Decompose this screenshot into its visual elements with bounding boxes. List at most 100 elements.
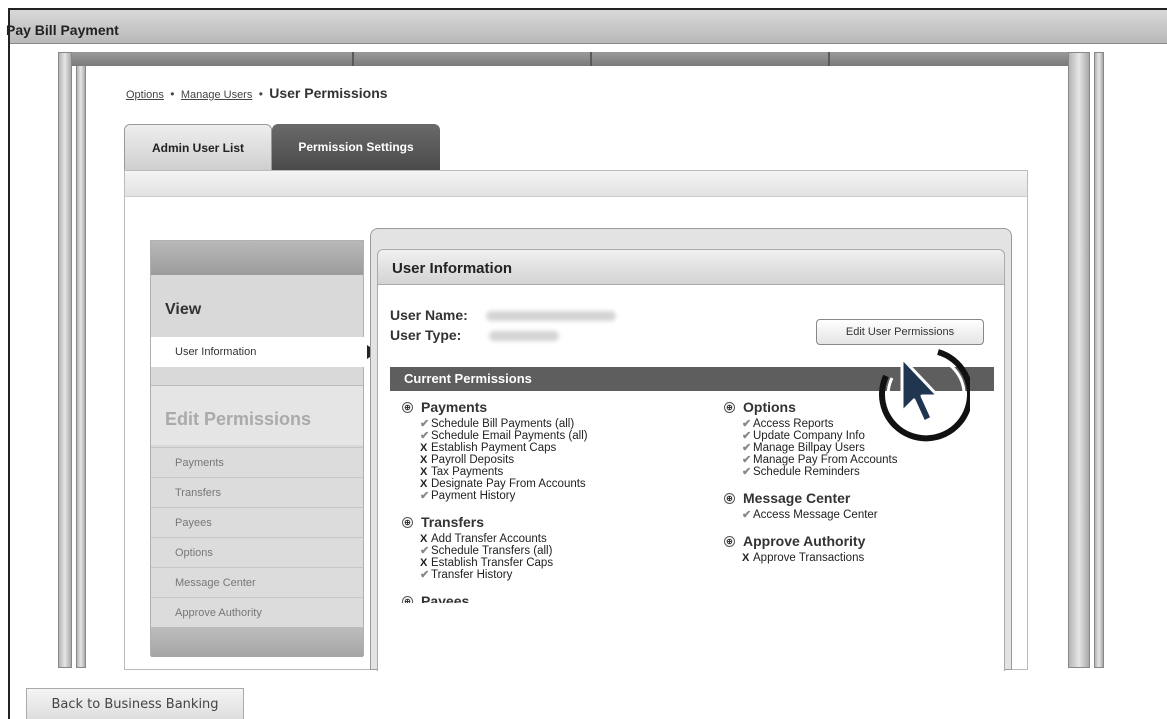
permission-item: ✔ Schedule Bill Payments (all) bbox=[402, 418, 702, 430]
content-strip bbox=[125, 171, 1027, 197]
frame-rail bbox=[1094, 52, 1104, 668]
breadcrumb-current: User Permissions bbox=[269, 85, 388, 101]
breadcrumb-separator: • bbox=[170, 87, 175, 101]
permission-label: Update Company Info bbox=[753, 430, 865, 442]
check-icon: ✔ bbox=[742, 466, 752, 478]
frame-rail bbox=[1068, 52, 1090, 668]
expand-circle-icon[interactable]: ⊕ bbox=[402, 595, 413, 603]
x-icon: X bbox=[420, 454, 428, 466]
sidebar-item-user-information[interactable]: User Information bbox=[151, 337, 365, 367]
window-titlebar: Pay Bill Payment bbox=[6, 10, 1167, 44]
breadcrumb: Options • Manage Users • User Permission… bbox=[126, 85, 388, 101]
breadcrumb-separator: • bbox=[258, 87, 263, 101]
user-card-header: User Information bbox=[377, 249, 1005, 285]
tab-permission-settings[interactable]: Permission Settings bbox=[272, 124, 440, 170]
user-name-value-redacted bbox=[485, 311, 616, 322]
permission-item: ✔ Schedule Email Payments (all) bbox=[402, 430, 702, 442]
permission-group-label: Payees bbox=[421, 593, 470, 603]
permission-item: ✔ Schedule Transfers (all) bbox=[402, 545, 702, 557]
permission-item: X Designate Pay From Accounts bbox=[402, 478, 702, 490]
permission-group-label: Message Center bbox=[743, 490, 851, 506]
permission-item: ✔ Transfer History bbox=[402, 569, 702, 581]
permission-label: Schedule Reminders bbox=[753, 466, 860, 478]
check-icon: ✔ bbox=[742, 454, 752, 466]
permission-group-title[interactable]: ⊕ Payments bbox=[402, 399, 702, 415]
permission-label: Transfer History bbox=[431, 569, 513, 581]
check-icon: ✔ bbox=[742, 430, 752, 442]
sidebar-item-options[interactable]: Options bbox=[151, 537, 363, 567]
sidebar-item-payees[interactable]: Payees bbox=[151, 507, 363, 537]
permission-label: Schedule Bill Payments (all) bbox=[431, 418, 575, 430]
permission-label: Manage Pay From Accounts bbox=[753, 454, 898, 466]
permission-item: ✔ Manage Billpay Users bbox=[724, 442, 994, 454]
window-title: Pay Bill Payment bbox=[6, 22, 119, 38]
frame-rail bbox=[58, 52, 72, 668]
breadcrumb-manage-users-link[interactable]: Manage Users bbox=[181, 89, 253, 101]
permission-label: Schedule Email Payments (all) bbox=[431, 430, 588, 442]
check-icon: ✔ bbox=[420, 418, 430, 430]
mouse-pointer-icon bbox=[866, 338, 973, 442]
tab-admin-user-list[interactable]: Admin User List bbox=[124, 124, 272, 170]
permission-group-title[interactable]: ⊕ Payees bbox=[402, 593, 702, 603]
user-card-title: User Information bbox=[392, 260, 513, 277]
permission-group-message-center: ⊕ Message Center ✔ Access Message Center bbox=[724, 490, 994, 521]
user-name-field: User Name: bbox=[390, 307, 616, 323]
permission-label: Access Reports bbox=[753, 418, 834, 430]
view-sidebar: View User Information Edit Permissions P… bbox=[150, 240, 377, 657]
permission-group-label: Approve Authority bbox=[743, 533, 866, 549]
permission-item: ✔ Payment History bbox=[402, 490, 702, 502]
expand-circle-icon[interactable]: ⊕ bbox=[402, 401, 413, 413]
permissions-left-column: ⊕ Payments ✔ Schedule Bill Payments (all) ✔ S… bbox=[402, 399, 702, 615]
expand-circle-icon[interactable]: ⊕ bbox=[724, 401, 735, 413]
expand-circle-icon[interactable]: ⊕ bbox=[724, 535, 735, 547]
x-icon: X bbox=[420, 442, 428, 454]
check-icon: ✔ bbox=[742, 442, 752, 454]
breadcrumb-options-link[interactable]: Options bbox=[126, 89, 164, 101]
permission-label: Access Message Center bbox=[753, 509, 878, 521]
permission-group-title[interactable]: ⊕ Message Center bbox=[724, 490, 994, 506]
sidebar-item-approve-authority[interactable]: Approve Authority bbox=[151, 597, 363, 627]
permission-label: Approve Transactions bbox=[753, 552, 865, 564]
frame-rail bbox=[76, 52, 86, 668]
user-type-value-redacted bbox=[489, 331, 560, 342]
check-icon: ✔ bbox=[420, 569, 430, 581]
permission-label: Payroll Deposits bbox=[431, 454, 515, 466]
user-name-label: User Name: bbox=[390, 307, 468, 323]
check-icon: ✔ bbox=[420, 545, 430, 557]
permission-group-title[interactable]: ⊕ Approve Authority bbox=[724, 533, 994, 549]
expand-circle-icon[interactable]: ⊕ bbox=[402, 516, 413, 528]
check-icon: ✔ bbox=[420, 490, 430, 502]
expand-circle-icon[interactable]: ⊕ bbox=[724, 492, 735, 504]
x-icon: X bbox=[420, 466, 428, 478]
sidebar-item-transfers[interactable]: Transfers bbox=[151, 477, 363, 507]
sidebar-edit-title: Edit Permissions bbox=[165, 409, 312, 429]
permission-item: ✔ Schedule Reminders bbox=[724, 466, 994, 478]
check-icon: ✔ bbox=[742, 509, 752, 521]
sidebar-item-payments[interactable]: Payments bbox=[151, 447, 363, 477]
check-icon: ✔ bbox=[420, 430, 430, 442]
sidebar-item-message-center[interactable]: Message Center bbox=[151, 567, 363, 597]
permission-item: X Payroll Deposits bbox=[402, 454, 702, 466]
user-type-field: User Type: bbox=[390, 327, 560, 343]
permission-group-approve-authority: ⊕ Approve Authority X Approve Transactions bbox=[724, 533, 994, 564]
x-icon: X bbox=[420, 533, 428, 545]
permission-item: ✔ Access Message Center bbox=[724, 509, 994, 521]
permission-group-label: Payments bbox=[421, 399, 488, 415]
permission-item: X Approve Transactions bbox=[724, 552, 994, 564]
x-icon: X bbox=[420, 557, 428, 569]
permission-label: Schedule Transfers (all) bbox=[431, 545, 553, 557]
permission-group-payments: ⊕ Payments ✔ Schedule Bill Payments (all) ✔ S… bbox=[402, 399, 702, 502]
back-to-business-banking-button[interactable]: Back to Business Banking bbox=[26, 688, 244, 719]
permission-item: ✔ Manage Pay From Accounts bbox=[724, 454, 994, 466]
permission-label: Establish Transfer Caps bbox=[431, 557, 554, 569]
user-information-card: User Information User Name: User Type: E… bbox=[370, 228, 1012, 671]
x-icon: X bbox=[420, 478, 428, 490]
permission-group-label: Options bbox=[743, 399, 796, 415]
frame-topbar bbox=[72, 52, 1068, 66]
permission-group-title[interactable]: ⊕ Transfers bbox=[402, 514, 702, 530]
permission-item: X Establish Payment Caps bbox=[402, 442, 702, 454]
permission-label: Payment History bbox=[431, 490, 516, 502]
permission-label: Add Transfer Accounts bbox=[431, 533, 547, 545]
permission-item: X Establish Transfer Caps bbox=[402, 557, 702, 569]
sidebar-footer bbox=[151, 627, 363, 657]
